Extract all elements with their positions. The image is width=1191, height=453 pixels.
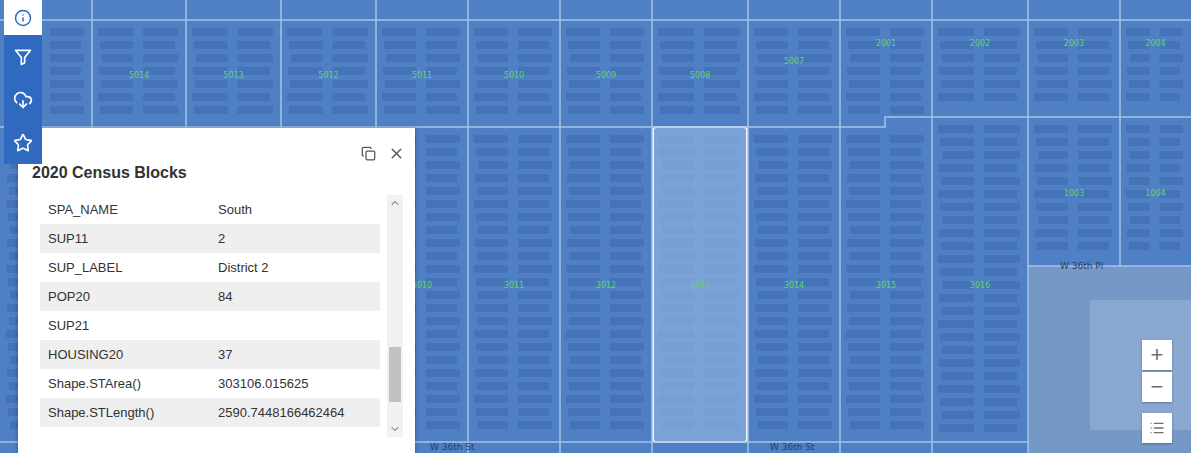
close-icon [388,145,405,162]
attribute-row: SUP21 [40,311,380,340]
tool-button[interactable] [4,78,42,121]
attribute-name: SUP21 [40,311,210,340]
attribute-value: 84 [210,282,380,311]
tool-button[interactable] [4,35,42,78]
block-label: 5007 [784,57,804,66]
map-app: 5014 5013 5012 5011 5010 5009 5008 5007 2001 2002… [0,0,1191,453]
block-label: 3012 [596,281,616,290]
attribute-value: 303106.015625 [210,369,380,398]
toolbar [4,0,42,164]
attribute-row: SPA_NAMESouth [40,195,380,224]
attribute-row: HOUSING2037 [40,340,380,369]
block-label: 3014 [784,281,804,290]
tool-button[interactable] [4,121,42,164]
scroll-track[interactable] [387,211,403,421]
popup-actions [18,128,415,162]
layer-list-button[interactable] [1142,413,1172,443]
zoom-out-button[interactable]: − [1142,372,1172,402]
dock-button[interactable] [359,144,377,162]
attribute-value: 37 [210,340,380,369]
street-label: W 36th St [430,442,475,452]
selected-block[interactable] [653,127,747,442]
zoom-in-button[interactable]: + [1142,340,1172,370]
street-label: W 36th Pl [1060,261,1103,271]
attribute-row: SUP112 [40,224,380,253]
popup: 2020 Census BlocksSPA_NAMESouthSUP112SUP… [18,128,415,453]
info-icon [14,9,32,27]
attribute-row: POP2084 [40,282,380,311]
attribute-name: POP20 [40,282,210,311]
close-button[interactable] [387,144,405,162]
filter-icon [13,47,33,67]
attribute-value: 2 [210,224,380,253]
block-label: 3013 [690,281,710,290]
attribute-row: SUP_LABELDistrict 2 [40,253,380,282]
school-area [1028,266,1191,453]
block-label: 1004 [1145,189,1165,198]
attribute-value: South [210,195,380,224]
attribute-name: Shape.STLength() [40,398,210,427]
scrollbar[interactable] [387,195,403,437]
star-icon [13,133,33,153]
block-label: 5008 [690,71,710,80]
chevron-up-icon [389,197,401,209]
attribute-name: SPA_NAME [40,195,210,224]
scroll-down-button[interactable] [387,421,403,437]
attribute-table: SPA_NAMESouthSUP112SUP_LABELDistrict 2PO… [40,195,380,437]
block-label: 5010 [504,71,524,80]
block-label: 2004 [1145,39,1165,48]
block-label: 2002 [970,39,990,48]
attribute-value: District 2 [210,253,380,282]
attribute-value: 2590.7448166462464 [210,398,380,427]
dock-icon [361,146,376,161]
block-label: 5012 [318,71,338,80]
map-controls: +− [1142,340,1172,443]
chevron-down-icon [389,423,401,435]
block-label: 5011 [412,71,432,80]
block-label: 2003 [1064,39,1084,48]
list-icon [1149,420,1165,436]
block-label: 3011 [504,281,524,290]
zoom-controls: +− [1142,340,1172,402]
scroll-up-button[interactable] [387,195,403,211]
streets [0,0,1191,453]
attribute-name: SUP11 [40,224,210,253]
block-label: 3015 [876,281,896,290]
tool-button[interactable] [4,0,42,35]
block-label: 1003 [1064,189,1084,198]
block-label: 5014 [129,71,149,80]
attribute-table-area: SPA_NAMESouthSUP112SUP_LABELDistrict 2PO… [40,195,403,437]
block-label: 5009 [596,71,616,80]
attribute-value [210,311,380,340]
block-label: 2001 [876,39,896,48]
attribute-row: Shape.STLength()2590.7448166462464 [40,398,380,427]
popup-title: 2020 Census Blocks [18,162,415,184]
attribute-row: Shape.STArea()303106.015625 [40,369,380,398]
street-label: W 36th St [770,442,815,452]
attribute-name: HOUSING20 [40,340,210,369]
block-label: 5013 [223,71,243,80]
scroll-thumb[interactable] [389,347,401,402]
attribute-name: Shape.STArea() [40,369,210,398]
cloud-download-icon [13,90,33,110]
attribute-name: SUP_LABEL [40,253,210,282]
block-label: 3016 [970,281,990,290]
